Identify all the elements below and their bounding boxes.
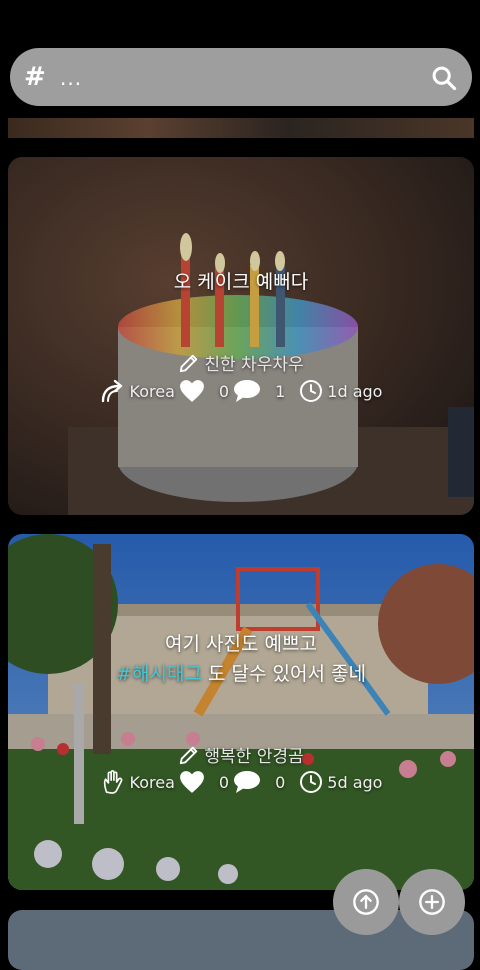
search-input[interactable]: ... (60, 66, 82, 90)
plus-circle-icon (419, 889, 445, 915)
hash-symbol: # (24, 62, 46, 92)
post-caption: 여기 사진도 예쁘고 #해시태그 도 달수 있어서 좋네 (116, 633, 366, 685)
post-time: 5d ago (327, 772, 383, 792)
author-name: 친한 차우차우 (204, 355, 304, 375)
status-bar (0, 0, 480, 40)
post-meta: Korea 0 0 5d ago (8, 770, 474, 794)
comment-count: 0 (275, 772, 286, 792)
clock-icon (300, 771, 323, 793)
comment-icon[interactable] (233, 770, 261, 794)
location-text: Korea (129, 772, 175, 792)
comment-icon[interactable] (233, 379, 261, 403)
like-count: 0 (218, 772, 230, 792)
arrow-up-circle-icon (353, 889, 379, 915)
curved-arrow-icon (101, 379, 122, 403)
search-icon[interactable] (430, 64, 458, 92)
author-name: 행복한 안경곰 (204, 747, 304, 767)
post-author: 행복한 안경곰 (8, 742, 474, 767)
hashtag-link[interactable]: #해시태그 (116, 663, 202, 685)
post-card[interactable]: 오 케이크 예뻐다 친한 차우차우 Korea 0 1 1d ago (8, 157, 474, 515)
comment-count: 1 (275, 381, 286, 401)
image-overlay (8, 534, 474, 890)
post-card[interactable]: 여기 사진도 예쁘고 #해시태그 도 달수 있어서 좋네 행복한 안경곰 Kor… (8, 534, 474, 890)
post-meta: Korea 0 1 1d ago (8, 379, 474, 403)
post-time: 1d ago (327, 381, 383, 401)
like-count: 0 (218, 381, 230, 401)
hashtag-search-bar[interactable]: # ... (10, 48, 472, 106)
post-caption: 오 케이크 예뻐다 (173, 271, 309, 293)
clock-icon (300, 380, 323, 402)
hand-icon (103, 770, 122, 794)
add-post-button[interactable] (399, 869, 465, 935)
scroll-to-top-button[interactable] (333, 869, 399, 935)
pencil-icon (180, 354, 198, 372)
heart-icon[interactable] (179, 770, 205, 794)
heart-icon[interactable] (179, 379, 205, 403)
post-author: 친한 차우차우 (8, 350, 474, 375)
pencil-icon (180, 746, 198, 764)
location-text: Korea (129, 381, 175, 401)
image-overlay (8, 157, 474, 515)
previous-post-image-edge (8, 118, 474, 138)
